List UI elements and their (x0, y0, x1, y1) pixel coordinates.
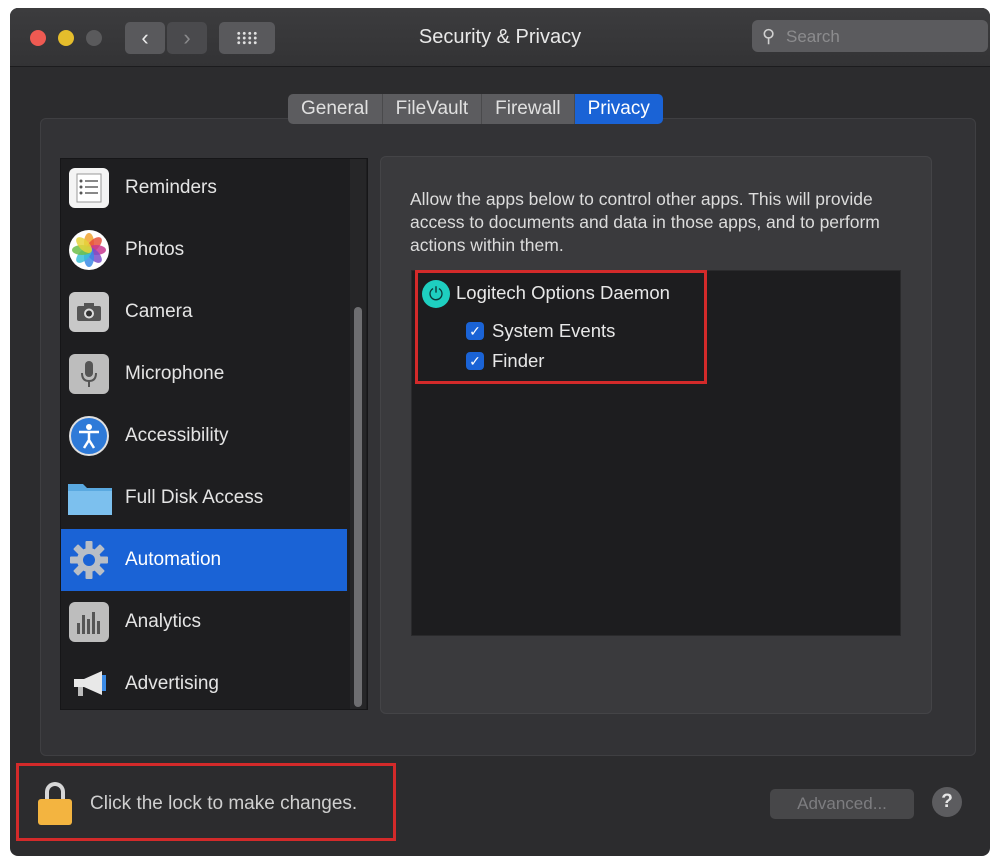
sidebar-item-label: Full Disk Access (125, 487, 264, 508)
sidebar-item-advertising[interactable]: Advertising (61, 653, 347, 709)
microphone-icon (69, 354, 109, 394)
tab-privacy[interactable]: Privacy (574, 94, 663, 124)
sidebar-item-label: Camera (125, 301, 193, 322)
gear-icon (69, 540, 109, 580)
folder-icon (67, 478, 113, 518)
tab-general[interactable]: General (288, 94, 383, 124)
sidebar-scroll-thumb[interactable] (354, 307, 362, 707)
sidebar-item-label: Microphone (125, 363, 225, 384)
sidebar-item-label: Reminders (125, 177, 217, 198)
automation-description: Allow the apps below to control other ap… (410, 189, 880, 255)
search-box[interactable]: ⚲ (752, 20, 988, 52)
reminders-icon (69, 168, 109, 208)
privacy-category-list[interactable]: Reminders Photos Camera Microphone Acces… (60, 158, 368, 710)
advanced-button[interactable]: Advanced... (770, 789, 914, 819)
highlight-box-app (415, 270, 707, 384)
sidebar-item-automation[interactable]: Automation (61, 529, 347, 591)
sidebar-item-reminders[interactable]: Reminders (61, 159, 347, 219)
sidebar-item-microphone[interactable]: Microphone (61, 343, 347, 405)
lock-icon[interactable] (38, 782, 74, 826)
search-input[interactable] (784, 24, 978, 50)
sidebar-item-analytics[interactable]: Analytics (61, 591, 347, 653)
sidebar-item-label: Advertising (125, 673, 219, 694)
accessibility-icon (69, 416, 109, 456)
sidebar-item-photos[interactable]: Photos (61, 219, 347, 281)
lock-message[interactable]: Click the lock to make changes. (90, 793, 357, 815)
sidebar-item-accessibility[interactable]: Accessibility (61, 405, 347, 467)
tab-filevault[interactable]: FileVault (382, 94, 483, 124)
sidebar-item-camera[interactable]: Camera (61, 281, 347, 343)
tab-firewall[interactable]: Firewall (482, 94, 575, 124)
sidebar-item-label: Analytics (125, 611, 202, 632)
sidebar-item-label: Accessibility (125, 425, 229, 446)
sidebar-item-label: Photos (125, 239, 185, 260)
help-button[interactable]: ? (932, 787, 962, 817)
camera-icon (69, 292, 109, 332)
sidebar-item-label: Automation (125, 549, 222, 570)
megaphone-icon (69, 664, 109, 704)
analytics-icon (69, 602, 109, 642)
search-icon: ⚲ (762, 26, 776, 46)
tab-bar: General FileVault Firewall Privacy (288, 94, 663, 124)
title-bar: ‹ › Security & Privacy ⚲ (10, 8, 990, 67)
sidebar-item-full-disk-access[interactable]: Full Disk Access (61, 467, 347, 529)
photos-icon (69, 230, 109, 270)
